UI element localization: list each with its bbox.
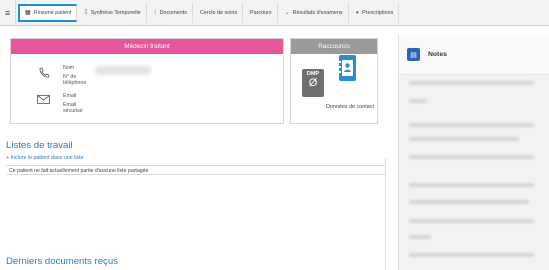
listes-de-travail-heading: Listes de travail bbox=[6, 140, 73, 151]
email-securise-row: Email sécurisé bbox=[63, 102, 93, 115]
notes-icon: ▤ bbox=[407, 48, 420, 61]
redacted-note-line bbox=[409, 81, 534, 85]
tab-label: Documents bbox=[159, 9, 187, 16]
redacted-doctor-name bbox=[95, 66, 151, 75]
notes-title: Notes bbox=[428, 51, 447, 58]
redacted-note-line bbox=[409, 235, 431, 239]
nom-row: Nom bbox=[63, 65, 95, 71]
redacted-note-line bbox=[409, 123, 534, 127]
tab-resultats-examens[interactable]: ⌄ Résultats d'examens bbox=[280, 2, 349, 23]
tab-resume-patient[interactable]: ▦ Résumé patient bbox=[18, 3, 78, 22]
email-row: Email bbox=[63, 93, 95, 99]
tab-synthese-temporelle[interactable]: ⁑ Synthèse Temporelle bbox=[79, 2, 147, 23]
tab-label: Résultats d'examens bbox=[292, 9, 343, 16]
derniers-documents-heading: Derniers documents reçus bbox=[6, 256, 118, 267]
raccourcis-card: Raccourcis DMP Ø Données de contact bbox=[290, 38, 378, 124]
notes-header: ▤ Notes bbox=[399, 35, 549, 75]
redacted-note-line bbox=[409, 99, 427, 103]
tab-label: Parcours bbox=[250, 9, 272, 16]
redacted-note-line bbox=[409, 155, 534, 159]
telephone-row: N° de téléphone bbox=[63, 74, 93, 87]
telephone-label: N° de téléphone bbox=[63, 74, 87, 87]
tab-prescriptions[interactable]: ● Prescriptions bbox=[351, 2, 400, 23]
dmp-shortcut-button[interactable]: DMP Ø bbox=[302, 69, 324, 97]
phone-icon bbox=[39, 67, 50, 78]
email-label: Email bbox=[63, 93, 77, 99]
grid-icon: ▦ bbox=[25, 10, 31, 16]
tab-label: Synthèse Temporelle bbox=[90, 9, 141, 16]
tab-label: Résumé patient bbox=[33, 9, 72, 16]
contact-card-icon[interactable] bbox=[339, 55, 356, 81]
patient-tab-bar: ≡ ▦ Résumé patient ⁑ Synthèse Temporelle… bbox=[0, 0, 549, 26]
inclure-patient-link[interactable]: + Inclure le patient dans une liste bbox=[6, 155, 84, 161]
person-icon bbox=[339, 60, 353, 76]
redacted-note-line bbox=[409, 200, 529, 204]
redacted-note-line bbox=[409, 253, 534, 257]
empty-list-message: Ce patient ne fait actuellement partie d… bbox=[6, 165, 385, 175]
tab-cercle-de-soins[interactable]: Cercle de soins bbox=[195, 2, 244, 23]
medecin-traitant-card: Médecin traitant Nom N° de téléphone Ema… bbox=[10, 38, 284, 124]
medecin-traitant-title: Médecin traitant bbox=[11, 39, 283, 54]
menu-icon[interactable]: ≡ bbox=[0, 0, 16, 26]
column-divider bbox=[385, 158, 386, 270]
email-icon bbox=[37, 95, 50, 104]
document-icon: ⌇ bbox=[153, 10, 157, 16]
timeline-icon: ⁑ bbox=[84, 10, 88, 16]
tab-label: Prescriptions bbox=[362, 9, 394, 16]
notes-panel: ▤ Notes bbox=[398, 35, 549, 270]
donnees-de-contact-link[interactable]: Données de contact bbox=[325, 104, 375, 111]
tab-parcours[interactable]: Parcours bbox=[245, 2, 278, 23]
redacted-note-line bbox=[409, 219, 534, 223]
redacted-note-line bbox=[409, 137, 519, 141]
raccourcis-title: Raccourcis bbox=[291, 39, 377, 54]
redacted-note-line bbox=[409, 183, 534, 187]
dmp-empty-icon: Ø bbox=[308, 77, 318, 89]
email-securise-label: Email sécurisé bbox=[63, 102, 83, 115]
tab-documents[interactable]: ⌇ Documents bbox=[149, 2, 193, 23]
pill-icon: ● bbox=[355, 9, 360, 16]
flask-icon: ⌄ bbox=[284, 10, 290, 16]
tab-label: Cercle de soins bbox=[199, 9, 238, 16]
nom-label: Nom bbox=[63, 65, 75, 71]
